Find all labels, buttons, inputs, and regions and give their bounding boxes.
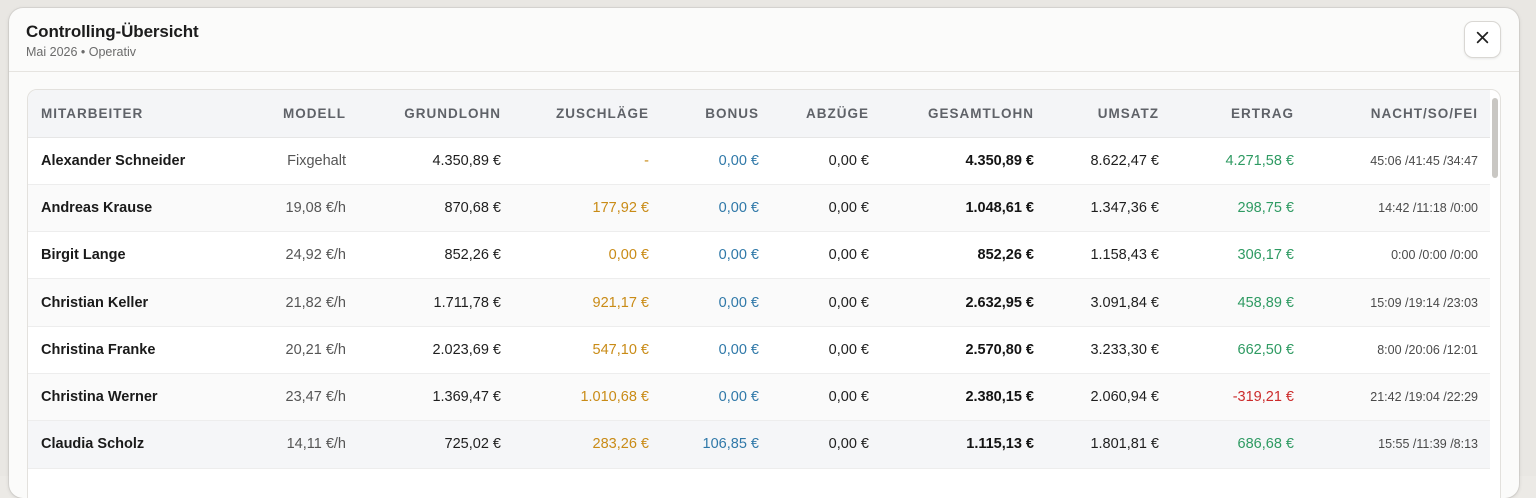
table-row[interactable]: Claudia Scholz 14,11 €/h 725,02 € 283,26 € 1…: [28, 420, 1490, 469]
cell-mitarbeiter: Christina Franke: [41, 341, 156, 358]
cell-ertrag: 662,50 €: [1237, 341, 1294, 358]
cell-abzuege: 0,00 €: [828, 436, 869, 453]
cell-abzuege: 0,00 €: [828, 341, 869, 358]
table-header: MITARBEITER MODELL GRUNDLOHN ZUSCHLÄGE BONUS…: [28, 90, 1490, 138]
cell-grundlohn: 1.369,47 €: [432, 389, 501, 406]
cell-ertrag: 4.271,58 €: [1225, 152, 1294, 169]
table-row[interactable]: Christian Keller 21,82 €/h 1.711,78 € 921,1…: [28, 278, 1490, 327]
cell-bonus: 106,85 €: [702, 436, 759, 453]
cell-modell: 20,21 €/h: [285, 341, 346, 358]
table-body: Alexander Schneider Fixgehalt 4.350,89 € - 0…: [28, 137, 1490, 469]
cell-gesamtlohn: 4.350,89 €: [965, 152, 1034, 169]
cell-grundlohn: 2.023,69 €: [432, 341, 501, 358]
cell-gesamtlohn: 1.115,13 €: [966, 436, 1034, 453]
cell-grundlohn: 852,26 €: [444, 247, 501, 264]
cell-grundlohn: 725,02 €: [444, 436, 501, 453]
cell-bonus: 0,00 €: [718, 341, 759, 358]
cell-bonus: 0,00 €: [718, 152, 759, 169]
cell-bonus: 0,00 €: [718, 199, 759, 216]
cell-grundlohn: 4.350,89 €: [432, 152, 501, 169]
cell-umsatz: 1.347,36 €: [1090, 199, 1159, 216]
cell-zuschlaege: 283,26 €: [592, 436, 649, 453]
cell-ertrag: -319,21 €: [1232, 389, 1294, 406]
column-header-zuschlaege[interactable]: ZUSCHLÄGE: [513, 90, 661, 138]
cell-modell: Fixgehalt: [287, 152, 346, 169]
cell-abzuege: 0,00 €: [828, 294, 869, 311]
column-header-nacht-so-fei[interactable]: NACHT/SO/FEI: [1306, 90, 1490, 138]
cell-zuschlaege: 177,92 €: [592, 199, 649, 216]
cell-nacht-so-fei: 0:00 /0:00 /0:00: [1391, 248, 1478, 263]
cell-ertrag: 458,89 €: [1237, 294, 1294, 311]
cell-umsatz: 1.801,81 €: [1090, 436, 1159, 453]
cell-modell: 19,08 €/h: [285, 199, 346, 216]
table-row[interactable]: Alexander Schneider Fixgehalt 4.350,89 € - 0…: [28, 137, 1490, 185]
table-row[interactable]: Andreas Krause 19,08 €/h 870,68 € 177,92 € 0…: [28, 184, 1490, 232]
cell-abzuege: 0,00 €: [828, 152, 869, 169]
controlling-table-container[interactable]: MITARBEITER MODELL GRUNDLOHN ZUSCHLÄGE BONUS…: [27, 89, 1501, 498]
cell-zuschlaege: 1.010,68 €: [580, 389, 649, 406]
controlling-modal: Controlling-Übersicht Mai 2026 • Operati…: [9, 8, 1519, 498]
cell-nacht-so-fei: 15:09 /19:14 /23:03: [1370, 295, 1478, 310]
cell-umsatz: 8.622,47 €: [1090, 152, 1159, 169]
cell-mitarbeiter: Christina Werner: [41, 389, 158, 406]
cell-mitarbeiter: Alexander Schneider: [41, 152, 186, 169]
cell-nacht-so-fei: 15:55 /11:39 /8:13: [1378, 437, 1478, 452]
column-header-ertrag[interactable]: ERTRAG: [1171, 90, 1306, 138]
close-icon: [1476, 31, 1489, 49]
table-header-row: MITARBEITER MODELL GRUNDLOHN ZUSCHLÄGE BONUS…: [28, 90, 1490, 138]
cell-ertrag: 298,75 €: [1237, 199, 1294, 216]
cell-abzuege: 0,00 €: [828, 389, 869, 406]
cell-gesamtlohn: 852,26 €: [977, 247, 1034, 264]
vertical-scrollbar[interactable]: [1492, 98, 1498, 178]
cell-ertrag: 306,17 €: [1237, 247, 1294, 264]
cell-grundlohn: 1.711,78 €: [433, 294, 501, 311]
cell-bonus: 0,00 €: [718, 294, 759, 311]
cell-nacht-so-fei: 45:06 /41:45 /34:47: [1370, 153, 1478, 168]
cell-gesamtlohn: 1.048,61 €: [965, 199, 1034, 216]
cell-bonus: 0,00 €: [718, 389, 759, 406]
modal-title: Controlling-Übersicht: [26, 22, 199, 41]
cell-umsatz: 3.091,84 €: [1090, 294, 1159, 311]
cell-grundlohn: 870,68 €: [444, 199, 501, 216]
table-row[interactable]: Christina Werner 23,47 €/h 1.369,47 € 1.010…: [28, 373, 1490, 421]
column-header-gesamtlohn[interactable]: GESAMTLOHN: [881, 90, 1046, 138]
cell-abzuege: 0,00 €: [828, 199, 869, 216]
column-header-abzuege[interactable]: ABZÜGE: [771, 90, 881, 138]
cell-abzuege: 0,00 €: [828, 247, 869, 264]
cell-ertrag: 686,68 €: [1237, 436, 1294, 453]
cell-bonus: 0,00 €: [718, 247, 759, 264]
cell-nacht-so-fei: 14:42 /11:18 /0:00: [1378, 200, 1478, 215]
modal-subtitle: Mai 2026 • Operativ: [26, 45, 136, 59]
column-header-modell[interactable]: MODELL: [258, 90, 358, 138]
cell-mitarbeiter: Andreas Krause: [41, 199, 153, 216]
column-header-bonus[interactable]: BONUS: [661, 90, 771, 138]
cell-mitarbeiter: Christian Keller: [41, 294, 149, 311]
column-header-mitarbeiter[interactable]: MITARBEITER: [28, 90, 258, 138]
cell-umsatz: 1.158,43 €: [1090, 247, 1159, 264]
close-button[interactable]: [1464, 21, 1501, 58]
cell-zuschlaege: 921,17 €: [592, 294, 649, 311]
column-header-grundlohn[interactable]: GRUNDLOHN: [358, 90, 513, 138]
modal-header: Controlling-Übersicht Mai 2026 • Operati…: [9, 8, 1519, 72]
cell-gesamtlohn: 2.632,95 €: [965, 294, 1034, 311]
cell-nacht-so-fei: 21:42 /19:04 /22:29: [1370, 390, 1478, 405]
cell-umsatz: 2.060,94 €: [1090, 389, 1159, 406]
cell-zuschlaege: 0,00 €: [608, 247, 649, 264]
table-row[interactable]: Christina Franke 20,21 €/h 2.023,69 € 547,1…: [28, 326, 1490, 374]
cell-modell: 24,92 €/h: [285, 247, 346, 264]
cell-gesamtlohn: 2.380,15 €: [965, 389, 1034, 406]
cell-zuschlaege: 547,10 €: [592, 341, 649, 358]
column-header-umsatz[interactable]: UMSATZ: [1046, 90, 1171, 138]
cell-mitarbeiter: Claudia Scholz: [41, 436, 145, 453]
cell-nacht-so-fei: 8:00 /20:06 /12:01: [1377, 342, 1478, 357]
cell-modell: 23,47 €/h: [285, 389, 346, 406]
cell-mitarbeiter: Birgit Lange: [41, 247, 126, 264]
cell-modell: 14,11 €/h: [286, 436, 346, 453]
cell-gesamtlohn: 2.570,80 €: [965, 341, 1034, 358]
cell-zuschlaege: -: [644, 152, 649, 169]
cell-modell: 21,82 €/h: [285, 294, 346, 311]
controlling-table: MITARBEITER MODELL GRUNDLOHN ZUSCHLÄGE BONUS…: [28, 90, 1490, 469]
table-row[interactable]: Birgit Lange 24,92 €/h 852,26 € 0,00 € 0,00 …: [28, 232, 1490, 279]
cell-umsatz: 3.233,30 €: [1090, 341, 1159, 358]
